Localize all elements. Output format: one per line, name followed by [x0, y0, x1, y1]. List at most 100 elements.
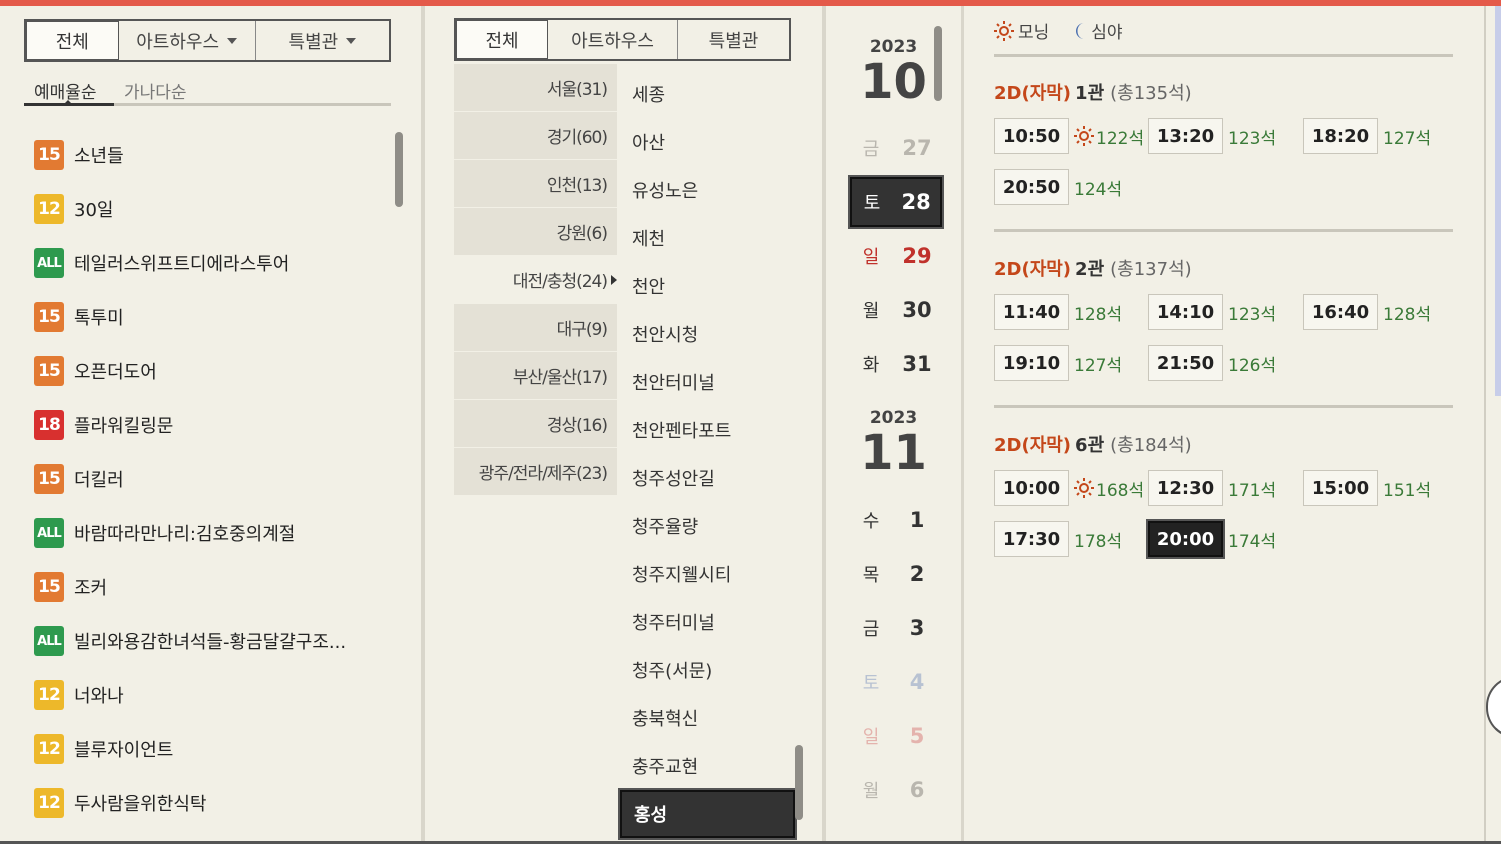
theater-item[interactable]: 유성노은 [620, 166, 795, 214]
date-item-selected[interactable]: 토 28 [848, 175, 944, 229]
movie-list-scrollbar[interactable] [395, 132, 403, 207]
region-label: 대구(9) [556, 320, 608, 340]
showtime-button[interactable]: 17:30 [994, 521, 1069, 557]
date-item[interactable]: 화 31 [850, 339, 942, 389]
tab-theater-special[interactable]: 특별관 [678, 20, 789, 59]
movie-item[interactable]: 12 두사람을위한식탁 [34, 776, 394, 830]
movie-item[interactable]: 12 30일 [34, 182, 394, 236]
screen-format: 2D(자막) [994, 259, 1072, 280]
theater-item[interactable]: 청주터미널 [620, 598, 795, 646]
theater-item[interactable]: 제천 [620, 214, 795, 262]
theater-item-selected[interactable]: 홍성 [618, 788, 797, 840]
region-item[interactable]: 대전/충청(24) [454, 256, 617, 304]
theater-item[interactable]: 천안시청 [620, 310, 795, 358]
region-label: 인천(13) [546, 176, 608, 196]
movie-item[interactable]: 15 소년들 [34, 128, 394, 182]
rating-badge: 15 [34, 572, 64, 602]
theater-item[interactable]: 청주율량 [620, 502, 795, 550]
day-number: 31 [902, 352, 932, 376]
right-edge-accent [1495, 6, 1501, 396]
showtime-button[interactable]: 10:00 [994, 470, 1069, 506]
movie-item[interactable]: 15 오픈더도어 [34, 344, 394, 398]
remaining-seats: 128석 [1074, 300, 1122, 325]
chevron-right-icon [611, 274, 617, 285]
theater-item[interactable]: 아산 [620, 118, 795, 166]
theater-item[interactable]: 천안 [620, 262, 795, 310]
movie-item[interactable]: 18 플라워킬링문 [34, 398, 394, 452]
showtime-button[interactable]: 18:20 [1303, 118, 1378, 154]
remaining-seats-label: 171석 [1228, 480, 1277, 501]
showtime-button-selected[interactable]: 20:00 [1146, 519, 1225, 559]
movie-item[interactable]: 12 너와나 [34, 668, 394, 722]
date-item[interactable]: 월6 [850, 765, 942, 815]
date-item[interactable]: 일 29 [850, 231, 942, 281]
remaining-seats-label: 127석 [1074, 355, 1123, 376]
showtime-button[interactable]: 15:00 [1303, 470, 1378, 506]
showtime-button[interactable]: 21:50 [1148, 345, 1223, 381]
movie-item[interactable]: 15 더킬러 [34, 452, 394, 506]
movie-item[interactable]: 15 조커 [34, 560, 394, 614]
hall-header: 2D(자막) 6관 (총184석) [994, 431, 1192, 457]
hall-header: 2D(자막) 2관 (총137석) [994, 255, 1192, 281]
movie-item[interactable]: ALL 빌리와용감한녀석들-황금달걀구조... [34, 614, 394, 668]
theater-item[interactable]: 충주교현 [620, 742, 795, 790]
showtime-button[interactable]: 19:10 [994, 345, 1069, 381]
region-item[interactable]: 경기(60) [454, 112, 617, 160]
caret-up-icon [62, 100, 74, 106]
remaining-seats-label: 151석 [1383, 480, 1432, 501]
rating-badge: 12 [34, 194, 64, 224]
sort-by-name[interactable]: 가나다순 [124, 78, 187, 103]
theater-list-scrollbar[interactable] [795, 745, 803, 820]
theater-item[interactable]: 세종 [620, 70, 795, 118]
date-item[interactable]: 토4 [850, 657, 942, 707]
theater-item[interactable]: 청주성안길 [620, 454, 795, 502]
theater-item[interactable]: 충북혁신 [620, 694, 795, 742]
showtime-button[interactable]: 11:40 [994, 294, 1069, 330]
showtime-button[interactable]: 14:10 [1148, 294, 1223, 330]
theater-item[interactable]: 청주지웰시티 [620, 550, 795, 598]
movie-item[interactable]: ALL 테일러스위프트디에라스투어 [34, 236, 394, 290]
date-item[interactable]: 일5 [850, 711, 942, 761]
movie-item[interactable]: 12 블루자이언트 [34, 722, 394, 776]
remaining-seats: 151석 [1383, 476, 1431, 501]
tab-movie-special[interactable]: 특별관 [256, 21, 389, 60]
region-item[interactable]: 인천(13) [454, 160, 617, 208]
showtime-button[interactable]: 20:50 [994, 169, 1069, 205]
region-item[interactable]: 경상(16) [454, 400, 617, 448]
date-item[interactable]: 목2 [850, 549, 942, 599]
tab-theater-all[interactable]: 전체 [456, 20, 548, 59]
date-list-scrollbar[interactable] [934, 26, 942, 101]
theater-item[interactable]: 천안펜타포트 [620, 406, 795, 454]
chevron-down-icon [346, 37, 357, 44]
movie-item[interactable]: 15 톡투미 [34, 290, 394, 344]
tab-theater-arthouse[interactable]: 아트하우스 [548, 20, 678, 59]
showtime-button[interactable]: 16:40 [1303, 294, 1378, 330]
showtime-button[interactable]: 13:20 [1148, 118, 1223, 154]
theater-item[interactable]: 청주(서문) [620, 646, 795, 694]
remaining-seats: 171석 [1228, 476, 1276, 501]
movie-title: 더킬러 [74, 470, 124, 491]
remaining-seats: 127석 [1074, 351, 1122, 376]
region-item[interactable]: 강원(6) [454, 208, 617, 256]
remaining-seats-label: 178석 [1074, 531, 1123, 552]
date-item[interactable]: 수1 [850, 495, 942, 545]
showtime-button[interactable]: 12:30 [1148, 470, 1223, 506]
tab-movie-all[interactable]: 전체 [26, 21, 119, 60]
region-item[interactable]: 서울(31) [454, 64, 617, 112]
remaining-seats: 124석 [1074, 175, 1122, 200]
region-item[interactable]: 광주/전라/제주(23) [454, 448, 617, 496]
theater-item[interactable]: 천안터미널 [620, 358, 795, 406]
movie-item[interactable]: ALL 바람따라만나리:김호중의계절 [34, 506, 394, 560]
rating-badge: 12 [34, 680, 64, 710]
date-item[interactable]: 금3 [850, 603, 942, 653]
showtime-button[interactable]: 10:50 [994, 118, 1069, 154]
region-item[interactable]: 부산/울산(17) [454, 352, 617, 400]
showtime-slot: 21:50 126석 [1148, 345, 1276, 381]
rating-badge: 12 [34, 734, 64, 764]
total-seats: (총135석) [1110, 83, 1192, 104]
tab-movie-arthouse[interactable]: 아트하우스 [119, 21, 256, 60]
region-item[interactable]: 대구(9) [454, 304, 617, 352]
date-item[interactable]: 금 27 [850, 123, 942, 173]
region-label: 서울(31) [546, 80, 608, 100]
date-item[interactable]: 월 30 [850, 285, 942, 335]
